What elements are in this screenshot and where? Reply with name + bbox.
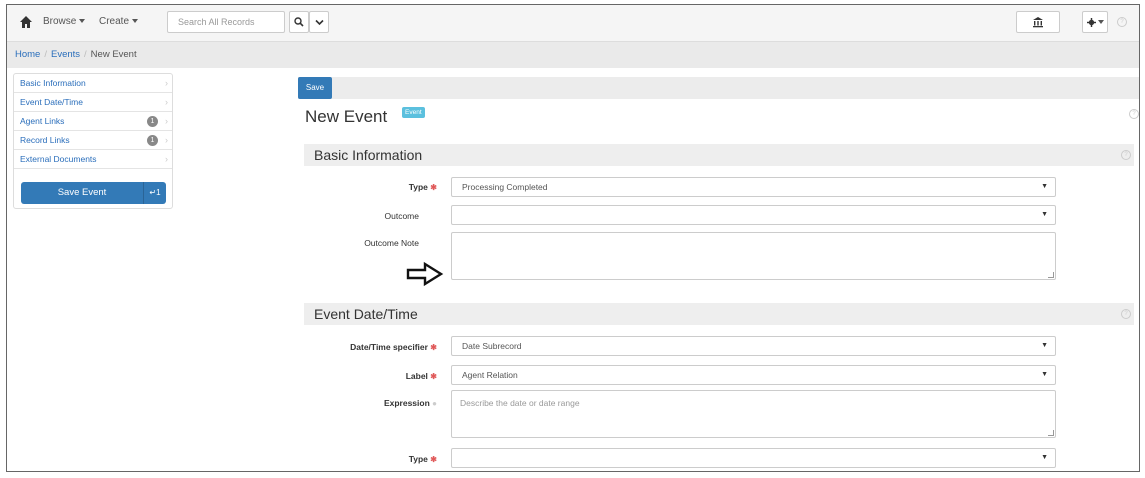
chevron-right-icon: › bbox=[165, 78, 168, 88]
help-icon[interactable]: ? bbox=[1121, 309, 1131, 319]
help-icon[interactable]: ? bbox=[1117, 17, 1127, 27]
breadcrumb-events[interactable]: Events bbox=[51, 49, 80, 60]
chevron-right-icon: › bbox=[165, 97, 168, 107]
outcome-label: Outcome bbox=[384, 211, 420, 221]
expression-textarea[interactable]: Describe the date or date range bbox=[451, 390, 1056, 438]
select-value: Date Subrecord bbox=[462, 341, 522, 351]
required-icon: ✱ bbox=[430, 455, 437, 464]
save-button[interactable]: Save bbox=[298, 77, 332, 99]
breadcrumb-current: New Event bbox=[90, 49, 137, 60]
save-event-button[interactable]: Save Event ↵1 bbox=[21, 182, 166, 204]
record-type-badge: Event bbox=[402, 107, 425, 118]
label-text: Label bbox=[405, 371, 428, 381]
caret-down-icon: ▼ bbox=[1041, 454, 1048, 461]
caret-down-icon: ▼ bbox=[1041, 342, 1048, 349]
save-shortcut-label: ↵1 bbox=[149, 188, 161, 197]
arrow-right-icon bbox=[406, 261, 444, 287]
outcome-note-textarea[interactable] bbox=[451, 232, 1056, 280]
chevron-down-icon bbox=[132, 19, 139, 24]
sidebar-item-event-date-time[interactable]: Event Date/Time › bbox=[14, 93, 172, 112]
type-label: Type ✱ bbox=[297, 182, 437, 192]
sidebar-item-external-documents[interactable]: External Documents › bbox=[14, 150, 172, 169]
browse-label: Browse bbox=[43, 16, 77, 27]
required-icon: ✱ bbox=[430, 343, 437, 352]
outcome-select[interactable]: ▼ bbox=[451, 205, 1056, 225]
date-label-select[interactable]: Agent Relation ▼ bbox=[451, 365, 1056, 385]
record-toolbar: Save bbox=[298, 77, 1139, 99]
select-value: Processing Completed bbox=[462, 182, 548, 192]
label-text: Date/Time specifier bbox=[350, 342, 428, 352]
caret-down-icon: ▼ bbox=[1041, 183, 1048, 190]
date-time-specifier-select[interactable]: Date Subrecord ▼ bbox=[451, 336, 1056, 356]
count-badge: 1 bbox=[147, 116, 158, 127]
required-icon: ✱ bbox=[430, 372, 437, 381]
form-nav-sidebar: Basic Information › Event Date/Time › Ag… bbox=[13, 73, 173, 209]
chevron-down-icon bbox=[1097, 20, 1104, 24]
top-navbar: Browse Create Search All Records ? bbox=[7, 5, 1139, 42]
chevron-down-icon bbox=[79, 19, 86, 24]
home-icon[interactable] bbox=[19, 15, 33, 29]
chevron-down-icon bbox=[314, 19, 324, 25]
outcome-note-label: Outcome Note bbox=[364, 238, 419, 248]
search-input[interactable]: Search All Records bbox=[167, 11, 285, 33]
label-text: Type bbox=[408, 454, 428, 464]
save-event-label: Save Event bbox=[57, 187, 107, 198]
date-time-specifier-label: Date/Time specifier ✱ bbox=[297, 342, 437, 352]
section-title: Event Date/Time bbox=[314, 306, 418, 322]
help-icon[interactable]: ? bbox=[1121, 150, 1131, 160]
expression-label: Expression ● bbox=[297, 398, 437, 408]
chevron-right-icon: › bbox=[165, 135, 168, 145]
sidebar-item-basic-information[interactable]: Basic Information › bbox=[14, 74, 172, 93]
create-menu[interactable]: Create bbox=[99, 16, 139, 27]
help-icon[interactable]: ? bbox=[1129, 109, 1139, 119]
optional-indicator-icon: ● bbox=[432, 399, 437, 408]
breadcrumb: Home / Events / New Event bbox=[7, 42, 1139, 68]
required-icon: ✱ bbox=[430, 183, 437, 192]
chevron-right-icon: › bbox=[165, 116, 168, 126]
browse-menu[interactable]: Browse bbox=[43, 16, 86, 27]
breadcrumb-separator: / bbox=[44, 49, 47, 60]
expression-placeholder: Describe the date or date range bbox=[460, 398, 580, 408]
search-button[interactable] bbox=[289, 11, 309, 33]
gear-icon bbox=[1086, 17, 1096, 27]
label-text: Type bbox=[408, 182, 428, 192]
advanced-search-toggle[interactable] bbox=[309, 11, 329, 33]
sidebar-item-label: External Documents bbox=[20, 154, 97, 164]
breadcrumb-separator: / bbox=[84, 49, 87, 60]
section-heading-basic-information: Basic Information bbox=[304, 144, 1134, 166]
caret-down-icon: ▼ bbox=[1041, 371, 1048, 378]
label-text: Expression bbox=[383, 398, 430, 408]
sidebar-item-label: Basic Information bbox=[20, 78, 86, 88]
type-select[interactable]: Processing Completed ▼ bbox=[451, 177, 1056, 197]
chevron-right-icon: › bbox=[165, 154, 168, 164]
sidebar-item-label: Record Links bbox=[20, 135, 70, 145]
app-window: Browse Create Search All Records ? Home … bbox=[6, 4, 1140, 472]
sidebar-item-label: Event Date/Time bbox=[20, 97, 83, 107]
select-value: Agent Relation bbox=[462, 370, 518, 380]
sidebar-item-record-links[interactable]: Record Links 1 › bbox=[14, 131, 172, 150]
count-badge: 1 bbox=[147, 135, 158, 146]
section-title: Basic Information bbox=[314, 147, 423, 163]
create-label: Create bbox=[99, 16, 130, 27]
sidebar-item-agent-links[interactable]: Agent Links 1 › bbox=[14, 112, 172, 131]
resize-handle[interactable] bbox=[1048, 272, 1054, 278]
date-type-label: Type ✱ bbox=[297, 454, 437, 464]
repository-button[interactable] bbox=[1016, 11, 1060, 33]
search-icon bbox=[294, 17, 304, 27]
sidebar-item-label: Agent Links bbox=[20, 116, 65, 126]
caret-down-icon: ▼ bbox=[1041, 211, 1048, 218]
date-label-label: Label ✱ bbox=[297, 371, 437, 381]
settings-menu-button[interactable] bbox=[1082, 11, 1108, 33]
section-heading-event-date-time: Event Date/Time bbox=[304, 303, 1134, 325]
resize-handle[interactable] bbox=[1048, 430, 1054, 436]
page-title: New Event bbox=[305, 107, 388, 126]
institution-icon bbox=[1033, 17, 1043, 28]
breadcrumb-home[interactable]: Home bbox=[15, 49, 40, 60]
date-type-select[interactable]: ▼ bbox=[451, 448, 1056, 468]
